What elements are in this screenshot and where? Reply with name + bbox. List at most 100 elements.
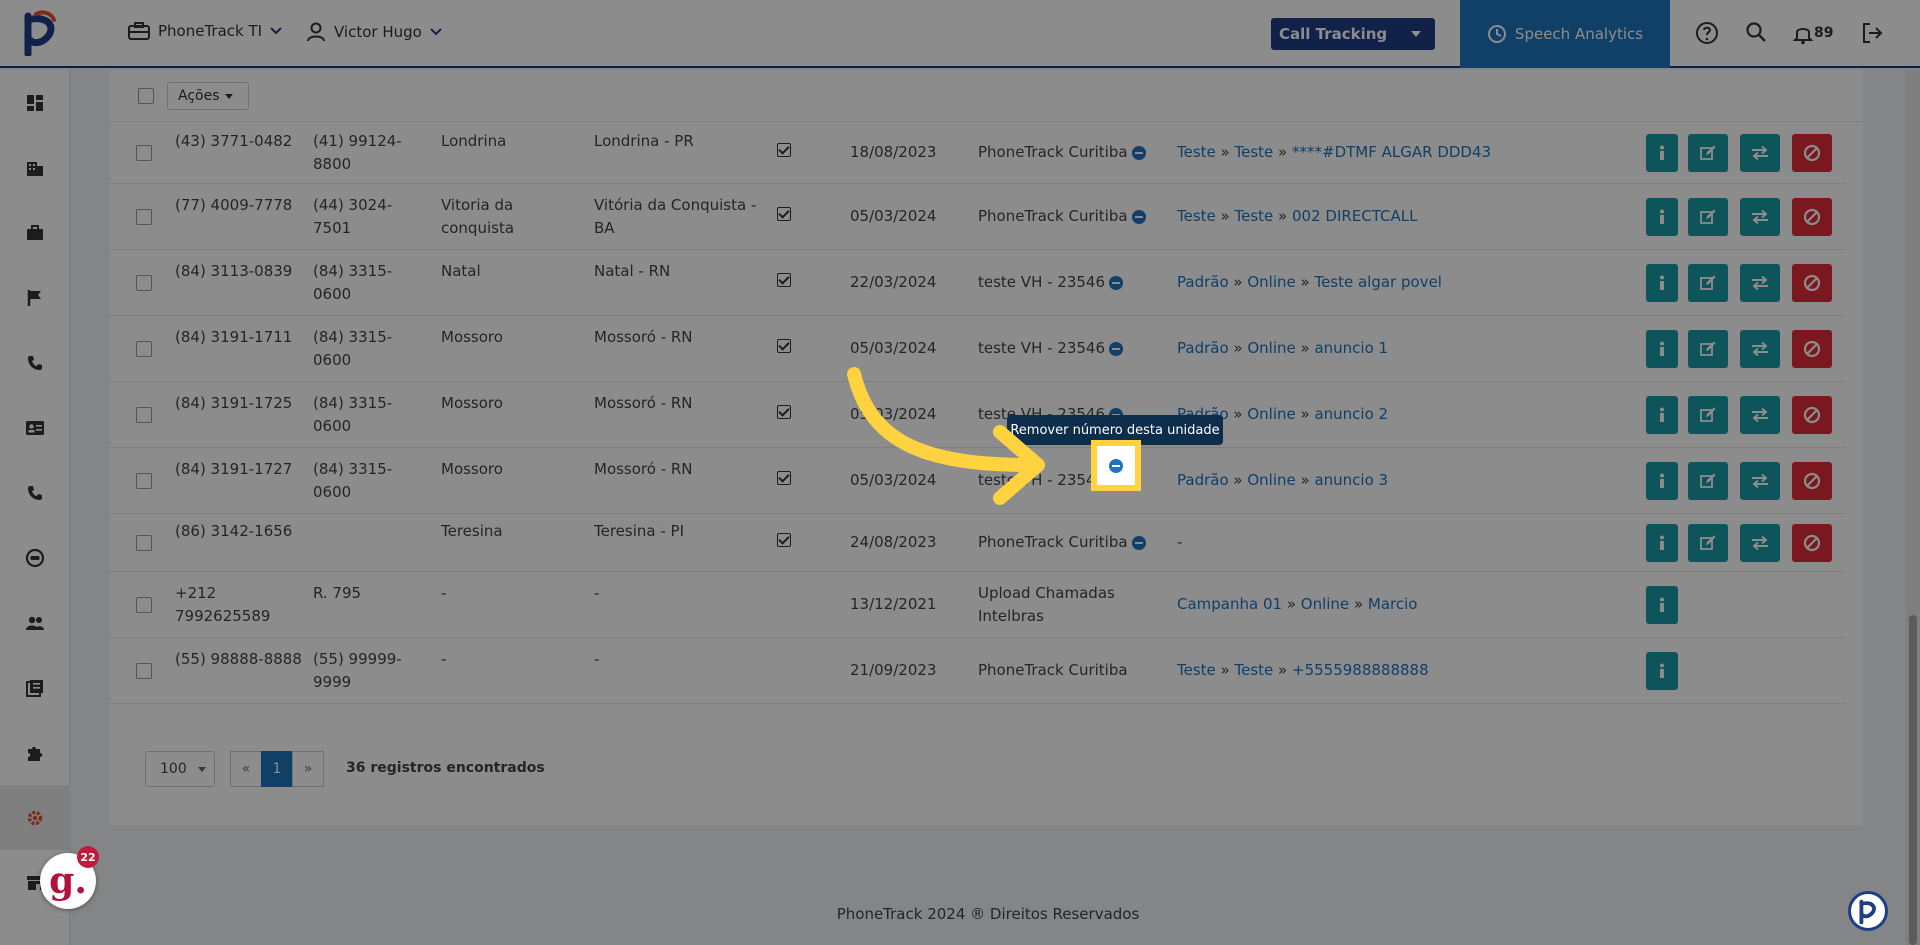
sidebar-item-numbers[interactable] [0,460,70,525]
info-button[interactable] [1646,586,1678,624]
row-checkbox[interactable] [136,145,152,161]
campaign-link[interactable]: Padrão [1177,273,1229,291]
campaign-link[interactable]: anuncio 3 [1314,471,1388,489]
info-button[interactable] [1646,462,1678,500]
phonetrack-logo[interactable] [20,10,60,56]
bell-icon[interactable] [1793,23,1813,45]
campaign-link[interactable]: Teste [1235,143,1274,161]
scrollbar-thumb[interactable] [1909,615,1917,945]
info-button[interactable] [1646,134,1678,172]
info-button[interactable] [1646,652,1678,690]
sidebar-item-companies[interactable] [0,135,70,200]
campaign-link[interactable]: Teste [1177,207,1216,225]
disable-button[interactable] [1792,396,1832,434]
edit-button[interactable] [1688,524,1728,562]
disable-button[interactable] [1792,462,1832,500]
row-checkbox[interactable] [136,663,152,679]
campaign-link[interactable]: Online [1301,595,1349,613]
remove-unit-icon[interactable] [1109,275,1124,290]
company-selector[interactable]: PhoneTrack TI [128,22,282,40]
phonetrack-widget-icon[interactable] [1848,891,1888,931]
sidebar-item-settings[interactable] [0,785,70,850]
pagination-prev[interactable]: « [230,751,262,787]
campaign-link[interactable]: Padrão [1177,471,1229,489]
campaign-link[interactable]: Teste [1235,207,1274,225]
transfer-button[interactable] [1740,134,1780,172]
campaign-link[interactable]: ****#DTMF ALGAR DDD43 [1292,143,1491,161]
row-checkbox[interactable] [136,209,152,225]
transfer-button[interactable] [1740,396,1780,434]
search-icon[interactable] [1745,21,1767,43]
city: Londrina [441,132,507,150]
sidebar-item-users[interactable] [0,590,70,655]
disable-button[interactable] [1792,134,1832,172]
edit-button[interactable] [1688,462,1728,500]
info-button[interactable] [1646,330,1678,368]
row-checkbox[interactable] [136,535,152,551]
speech-analytics-button[interactable]: Speech Analytics [1460,0,1670,68]
info-button[interactable] [1646,198,1678,236]
sidebar-item-reports[interactable] [0,655,70,720]
remove-unit-icon[interactable] [1131,209,1146,224]
module-select[interactable]: Call Tracking [1271,18,1435,50]
campaign-link[interactable]: Teste [1177,143,1216,161]
edit-button[interactable] [1688,264,1728,302]
sidebar-item-integrations[interactable] [0,720,70,785]
campaign-link[interactable]: Marcio [1368,595,1418,613]
campaign-link[interactable]: Online [1247,339,1295,357]
sidebar-item-calls[interactable] [0,330,70,395]
campaign-link[interactable]: Online [1247,471,1295,489]
campaign-link[interactable]: Teste [1177,661,1216,679]
highlighted-remove-button[interactable] [1091,440,1141,491]
scrollbar[interactable] [1906,70,1920,945]
campaign-link[interactable]: Padrão [1177,339,1229,357]
sidebar-item-ads[interactable] [0,525,70,590]
remove-unit-icon[interactable] [1131,535,1146,550]
info-button[interactable] [1646,524,1678,562]
row-checkbox[interactable] [136,407,152,423]
transfer-button[interactable] [1740,330,1780,368]
row-checkbox[interactable] [136,597,152,613]
transfer-button[interactable] [1740,264,1780,302]
campaign-link[interactable]: Teste [1235,661,1274,679]
sidebar-item-dashboard[interactable] [0,70,70,135]
select-all-checkbox[interactable] [138,88,154,104]
disable-button[interactable] [1792,198,1832,236]
help-icon[interactable] [1695,21,1719,45]
top-bar: PhoneTrack TI Victor Hugo Call Tracking … [0,0,1920,68]
actions-dropdown[interactable]: Ações [167,82,249,110]
campaign-link[interactable]: 002 DIRECTCALL [1292,207,1417,225]
row-checkbox[interactable] [136,341,152,357]
user-selector[interactable]: Victor Hugo [306,22,442,42]
transfer-button[interactable] [1740,198,1780,236]
campaign-link[interactable]: Campanha 01 [1177,595,1282,613]
edit-button[interactable] [1688,396,1728,434]
sidebar-item-business[interactable] [0,200,70,265]
row-checkbox[interactable] [136,473,152,489]
disable-button[interactable] [1792,524,1832,562]
pagination-page-1[interactable]: 1 [261,751,293,787]
sidebar-item-contacts[interactable] [0,395,70,460]
transfer-button[interactable] [1740,524,1780,562]
disable-button[interactable] [1792,264,1832,302]
row-checkbox[interactable] [136,275,152,291]
per-page-select[interactable]: 100 [145,751,215,787]
edit-button[interactable] [1688,330,1728,368]
logout-icon[interactable] [1860,21,1884,45]
remove-unit-icon[interactable] [1109,341,1124,356]
edit-button[interactable] [1688,134,1728,172]
sidebar-item-campaigns[interactable] [0,265,70,330]
campaign-link[interactable]: anuncio 1 [1314,339,1388,357]
campaign-link[interactable]: +5555988888888 [1292,661,1429,679]
remove-unit-icon[interactable] [1131,145,1146,160]
campaign-link[interactable]: Teste algar povel [1314,273,1442,291]
info-button[interactable] [1646,396,1678,434]
transfer-button[interactable] [1740,462,1780,500]
campaign-link[interactable]: Online [1247,273,1295,291]
edit-button[interactable] [1688,198,1728,236]
disable-button[interactable] [1792,330,1832,368]
campaign-link[interactable]: Online [1247,405,1295,423]
pagination-next[interactable]: » [292,751,324,787]
campaign-link[interactable]: anuncio 2 [1314,405,1388,423]
info-button[interactable] [1646,264,1678,302]
